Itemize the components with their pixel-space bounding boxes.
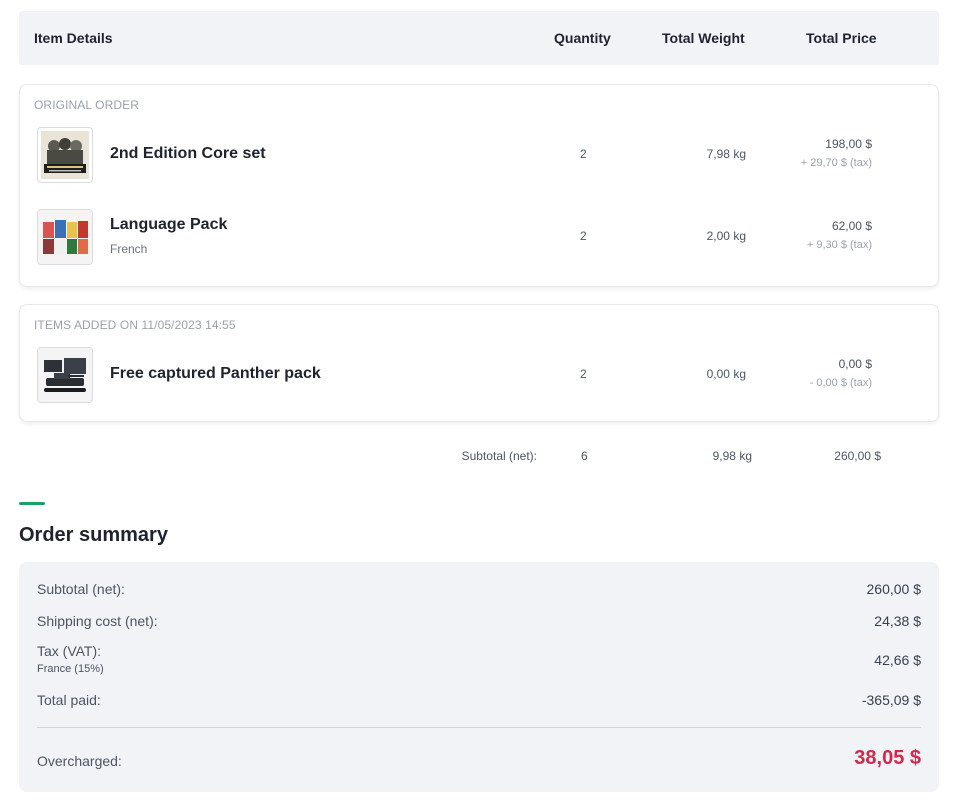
item-quantity: 2 <box>580 367 587 381</box>
added-items-card: ITEMS ADDED ON 11/05/2023 14:55 Free cap… <box>19 304 939 422</box>
core-set-box-icon[interactable] <box>37 127 93 183</box>
item-weight: 2,00 kg <box>706 229 746 243</box>
summary-total-paid-value: -365,09 $ <box>861 692 921 708</box>
summary-shipping-label: Shipping cost (net): <box>37 613 158 629</box>
item-name: Language Pack <box>110 216 228 233</box>
column-header-quantity: Quantity <box>554 30 611 46</box>
order-summary-box: Subtotal (net): 260,00 $ Shipping cost (… <box>19 562 939 792</box>
item-weight: 0,00 kg <box>706 367 746 381</box>
column-header-item-details: Item Details <box>34 30 113 46</box>
item-price: 62,00 $ <box>831 219 872 233</box>
item-name: 2nd Edition Core set <box>110 145 266 162</box>
summary-tax-country: France (15%) <box>37 663 104 675</box>
summary-divider <box>37 727 921 728</box>
order-item-row: 2nd Edition Core set 2 7,98 kg 198,00 $ … <box>20 126 938 184</box>
item-weight: 7,98 kg <box>706 147 746 161</box>
section-accent-bar <box>19 502 45 505</box>
tank-model-icon[interactable] <box>37 347 93 403</box>
item-tax: - 0,00 $ (tax) <box>809 377 872 389</box>
summary-subtotal-value: 260,00 $ <box>866 581 922 597</box>
summary-tax-value: 42,66 $ <box>874 652 921 668</box>
summary-subtotal-label: Subtotal (net): <box>37 581 125 597</box>
summary-shipping-value: 24,38 $ <box>874 613 921 629</box>
item-quantity: 2 <box>580 147 587 161</box>
summary-overcharged-value: 38,05 $ <box>854 747 921 769</box>
subtotal-quantity: 6 <box>581 449 588 463</box>
item-name: Free captured Panther pack <box>110 365 321 382</box>
language-pack-box-icon[interactable] <box>37 209 93 265</box>
item-price: 198,00 $ <box>825 137 872 151</box>
summary-tax-label: Tax (VAT): <box>37 643 102 659</box>
item-tax: + 9,30 $ (tax) <box>806 239 872 251</box>
column-header-total-price: Total Price <box>806 30 877 46</box>
order-item-row: Free captured Panther pack 2 0,00 kg 0,0… <box>20 346 938 404</box>
subtotal-weight: 9,98 kg <box>712 449 752 463</box>
order-item-row: Language Pack French 2 2,00 kg 62,00 $ +… <box>20 208 938 266</box>
item-variant: French <box>110 242 148 256</box>
order-summary-title: Order summary <box>19 524 168 546</box>
items-table-header: Item Details Quantity Total Weight Total… <box>19 11 939 65</box>
summary-overcharged-label: Overcharged: <box>37 753 122 769</box>
column-header-total-weight: Total Weight <box>662 30 745 46</box>
original-order-card: ORIGINAL ORDER 2nd Edition Core set 2 7,… <box>19 84 939 287</box>
summary-total-paid-label: Total paid: <box>37 692 101 708</box>
added-items-label: ITEMS ADDED ON 11/05/2023 14:55 <box>34 318 236 332</box>
item-quantity: 2 <box>580 229 587 243</box>
original-order-label: ORIGINAL ORDER <box>34 98 139 112</box>
subtotal-price: 260,00 $ <box>834 449 881 463</box>
subtotal-label: Subtotal (net): <box>461 449 537 463</box>
item-price: 0,00 $ <box>838 357 872 371</box>
item-tax: + 29,70 $ (tax) <box>800 157 872 169</box>
